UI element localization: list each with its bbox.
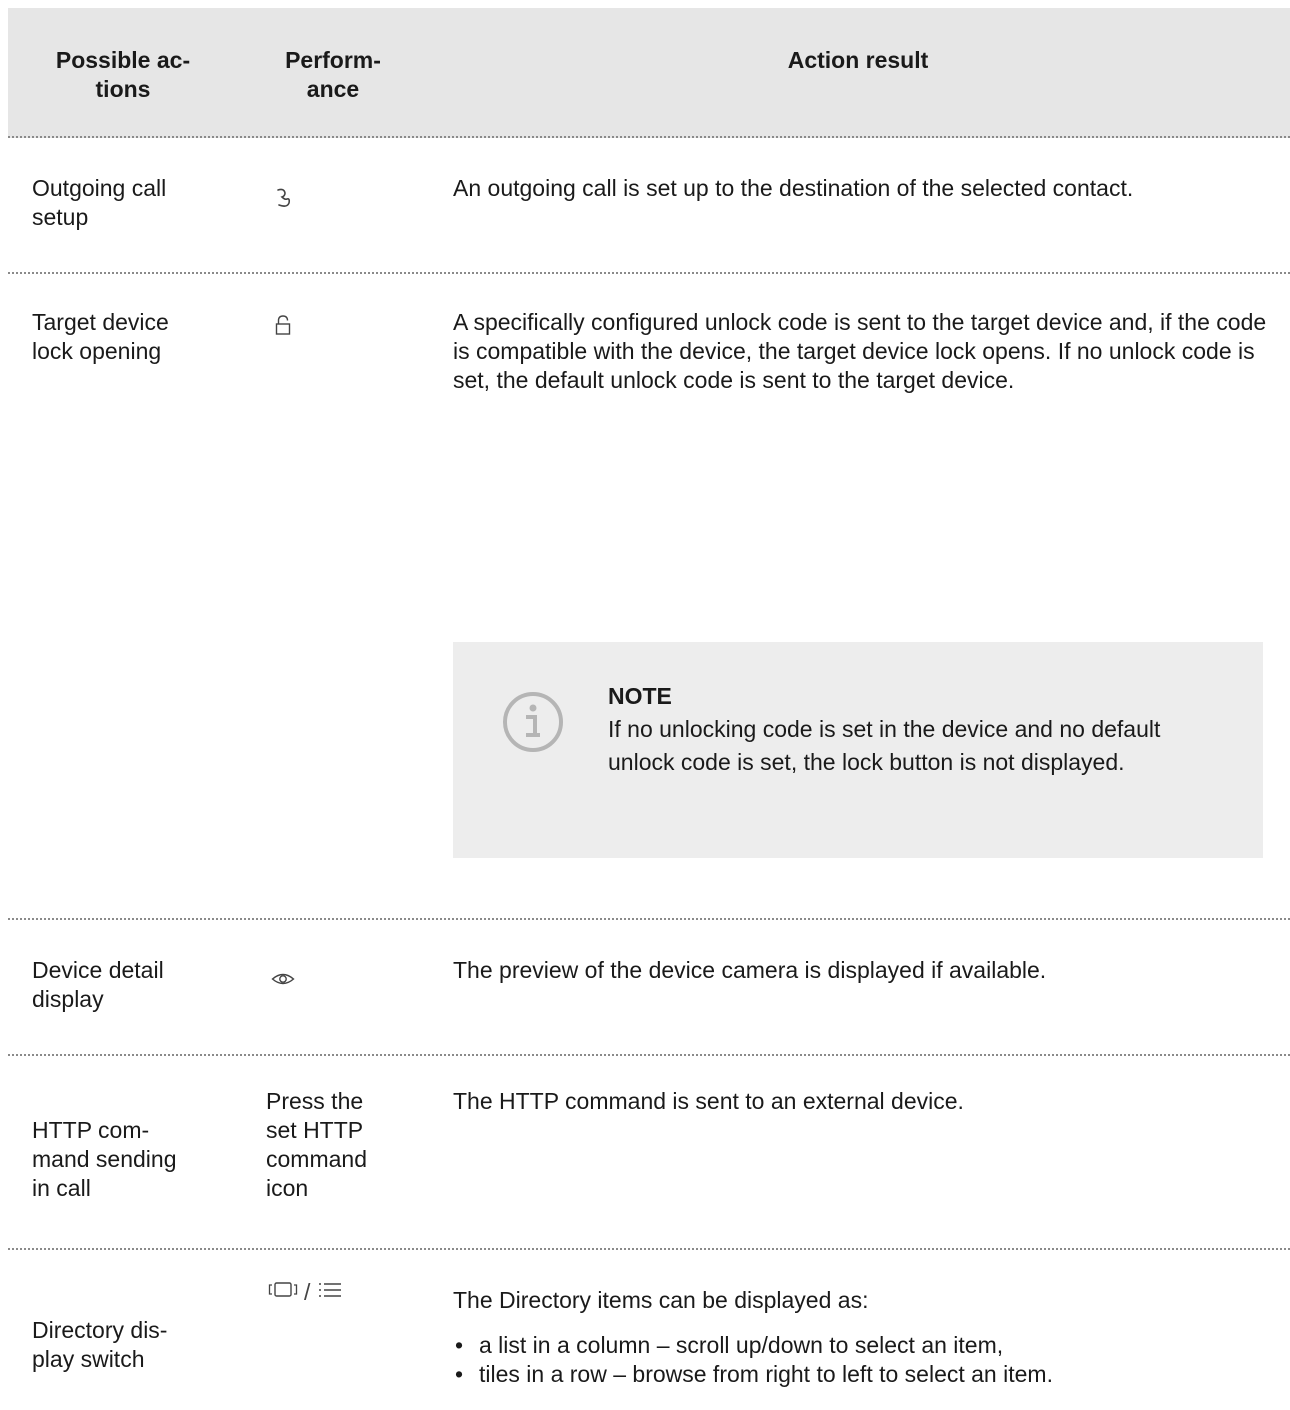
row-action: Target device lock opening xyxy=(32,309,169,364)
note-box: NOTE If no unlocking code is set in the … xyxy=(453,642,1263,858)
header-action-result: Action result xyxy=(448,46,1268,75)
table-row: Device detail display The preview of the… xyxy=(8,920,1290,1056)
result-bullet-list: a list in a column – scroll up/down to s… xyxy=(453,1331,1273,1389)
table-row: Target device lock opening A specificall… xyxy=(8,274,1290,920)
note-text: If no unlocking code is set in the devic… xyxy=(608,716,1161,775)
info-icon xyxy=(501,690,565,759)
list-view-icon xyxy=(318,1281,342,1304)
table-row: HTTP com- mand sending in call Press the… xyxy=(8,1056,1290,1250)
row-performance: Press the set HTTP command icon xyxy=(266,1088,367,1201)
table-header: Possible ac- tions Perform- ance Action … xyxy=(8,8,1290,138)
table-row: Directory dis- play switch / The Directo… xyxy=(8,1250,1290,1410)
tiles-view-icon xyxy=(268,1281,300,1306)
list-item: a list in a column – scroll up/down to s… xyxy=(453,1331,1273,1360)
row-result: An outgoing call is set up to the destin… xyxy=(453,175,1134,201)
header-possible-actions-label: Possible ac- tions xyxy=(55,47,191,102)
table-row: Outgoing call setup An outgoing call is … xyxy=(8,138,1290,274)
row-action: Directory dis- play switch xyxy=(32,1317,168,1372)
eye-icon xyxy=(271,972,295,991)
row-action: HTTP com- mand sending in call xyxy=(32,1117,177,1201)
performance-separator: / xyxy=(304,1279,311,1305)
header-action-result-label: Action result xyxy=(787,47,929,73)
row-result: A specifically configured unlock code is… xyxy=(453,309,1267,393)
header-possible-actions: Possible ac- tions xyxy=(28,46,218,104)
row-result: The HTTP command is sent to an external … xyxy=(453,1088,964,1114)
row-action: Outgoing call setup xyxy=(32,175,167,230)
list-item: tiles in a row – browse from right to le… xyxy=(453,1360,1273,1389)
row-action: Device detail display xyxy=(32,957,164,1012)
header-performance: Perform- ance xyxy=(248,46,418,104)
row-result-intro: The Directory items can be displayed as: xyxy=(453,1287,869,1313)
note-title: NOTE xyxy=(608,683,672,709)
row-result: The preview of the device camera is disp… xyxy=(453,957,1047,983)
row-result: The Directory items can be displayed as:… xyxy=(453,1286,1273,1389)
table: Possible ac- tions Perform- ance Action … xyxy=(8,8,1290,1410)
header-performance-label: Perform- ance xyxy=(285,47,381,102)
phone-handset-icon xyxy=(273,186,293,215)
lock-icon xyxy=(275,314,291,341)
